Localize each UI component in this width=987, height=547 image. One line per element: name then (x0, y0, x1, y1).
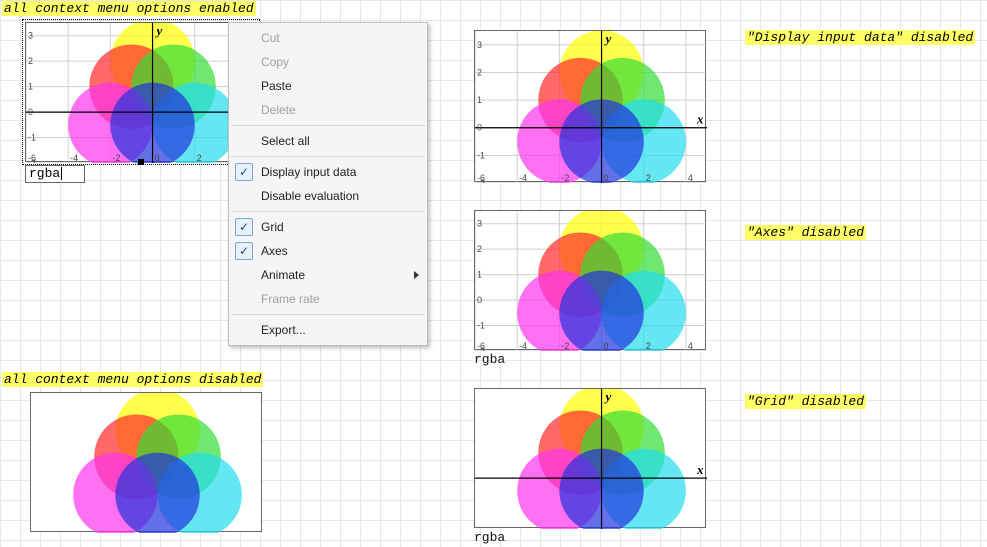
ctx-grid[interactable]: ✓ Grid (229, 215, 427, 239)
annotation-right-2: "Axes" disabled (745, 225, 866, 240)
plot-all-options-enabled[interactable]: xy-6-4-2024-2-10123 (25, 22, 257, 162)
annotation-bottom-left: all context menu options disabled (2, 372, 263, 387)
context-menu: Cut Copy Paste Delete Select all ✓ Displ… (228, 22, 428, 346)
svg-text:y: y (604, 31, 612, 46)
plot-axes-disabled[interactable]: -6-4-2024-2-10123 (474, 210, 706, 350)
svg-text:-2: -2 (112, 153, 120, 163)
svg-text:-2: -2 (477, 346, 485, 351)
svg-text:-2: -2 (561, 173, 569, 183)
svg-text:-4: -4 (519, 173, 527, 183)
plot-5-label: rgba (474, 530, 505, 545)
plot-canvas-3: xy-6-4-2024-2-10123 (475, 31, 707, 183)
svg-text:-1: -1 (28, 133, 36, 143)
svg-text:2: 2 (28, 56, 33, 66)
annotation-top-left: all context menu options enabled (2, 1, 256, 16)
svg-text:-2: -2 (28, 158, 36, 163)
svg-text:3: 3 (28, 31, 33, 41)
svg-text:1: 1 (477, 95, 482, 105)
svg-text:0: 0 (28, 107, 33, 117)
svg-text:2: 2 (646, 173, 651, 183)
ctx-animate[interactable]: Animate (229, 263, 427, 287)
svg-text:0: 0 (477, 295, 482, 305)
ctx-cut[interactable]: Cut (229, 26, 427, 50)
svg-text:2: 2 (197, 153, 202, 163)
ctx-sep-4 (231, 314, 425, 315)
plot-display-input-disabled[interactable]: xy-6-4-2024-2-10123 (474, 30, 706, 182)
text-caret (61, 167, 62, 180)
check-icon: ✓ (235, 163, 253, 181)
svg-text:2: 2 (646, 341, 651, 351)
svg-text:-1: -1 (477, 150, 485, 160)
svg-text:-4: -4 (519, 341, 527, 351)
svg-text:0: 0 (604, 173, 609, 183)
svg-text:x: x (696, 112, 704, 127)
svg-text:0: 0 (604, 341, 609, 351)
check-icon: ✓ (235, 242, 253, 260)
svg-text:2: 2 (477, 244, 482, 254)
svg-text:0: 0 (155, 153, 160, 163)
svg-text:x: x (696, 462, 704, 477)
ctx-display-input-data[interactable]: ✓ Display input data (229, 160, 427, 184)
ctx-sep-3 (231, 211, 425, 212)
plot-input-value: rgba (29, 166, 60, 181)
svg-text:1: 1 (28, 82, 33, 92)
svg-text:4: 4 (688, 173, 693, 183)
selection-handle-bottom[interactable] (138, 159, 144, 165)
plot-input-field[interactable]: rgba (25, 165, 85, 183)
plot-4-label: rgba (474, 352, 505, 367)
annotation-right-1: "Display input data" disabled (745, 30, 975, 45)
ctx-select-all[interactable]: Select all (229, 129, 427, 153)
svg-text:-2: -2 (477, 178, 485, 183)
svg-text:-1: -1 (477, 321, 485, 331)
svg-text:y: y (604, 389, 612, 404)
plot-canvas-4: -6-4-2024-2-10123 (475, 211, 707, 351)
ctx-sep-1 (231, 125, 425, 126)
svg-text:2: 2 (477, 67, 482, 77)
submenu-arrow-icon (414, 271, 419, 279)
svg-text:-2: -2 (561, 341, 569, 351)
plot-grid-disabled[interactable]: xy (474, 388, 706, 528)
svg-text:3: 3 (477, 40, 482, 50)
plot-canvas-5: xy (475, 389, 707, 529)
svg-text:1: 1 (477, 270, 482, 280)
plot-canvas-2 (31, 393, 263, 533)
check-icon: ✓ (235, 218, 253, 236)
plot-all-options-disabled[interactable] (30, 392, 262, 532)
svg-text:0: 0 (477, 123, 482, 133)
ctx-frame-rate[interactable]: Frame rate (229, 287, 427, 311)
ctx-copy[interactable]: Copy (229, 50, 427, 74)
ctx-axes[interactable]: ✓ Axes (229, 239, 427, 263)
ctx-delete[interactable]: Delete (229, 98, 427, 122)
svg-text:3: 3 (477, 219, 482, 229)
svg-text:4: 4 (688, 341, 693, 351)
ctx-disable-evaluation[interactable]: Disable evaluation (229, 184, 427, 208)
ctx-sep-2 (231, 156, 425, 157)
ctx-export[interactable]: Export... (229, 318, 427, 342)
ctx-paste[interactable]: Paste (229, 74, 427, 98)
svg-text:-4: -4 (70, 153, 78, 163)
svg-text:y: y (155, 23, 163, 38)
annotation-right-3: "Grid" disabled (745, 394, 866, 409)
plot-canvas-1: xy-6-4-2024-2-10123 (26, 23, 258, 163)
